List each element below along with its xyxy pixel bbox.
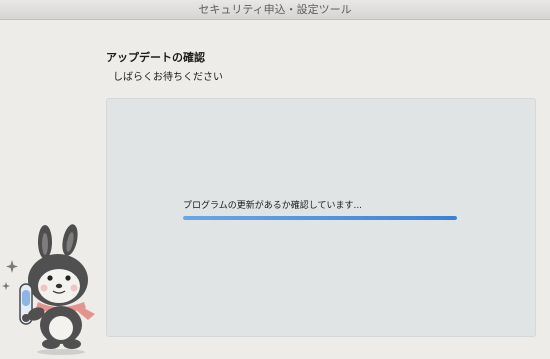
page-subtitle: しばらくお待ちください	[113, 72, 223, 83]
page-title: アップデートの確認	[106, 51, 205, 64]
status-panel: プログラムの更新があるか確認しています...	[106, 98, 536, 337]
status-message: プログラムの更新があるか確認しています...	[183, 201, 363, 211]
rabbit-mascot-icon	[2, 224, 95, 355]
progress-bar	[183, 216, 457, 220]
progress-bar-fill	[183, 216, 457, 220]
window-title: セキュリティ申込・設定ツール	[198, 3, 352, 16]
window-titlebar: セキュリティ申込・設定ツール	[0, 0, 550, 20]
